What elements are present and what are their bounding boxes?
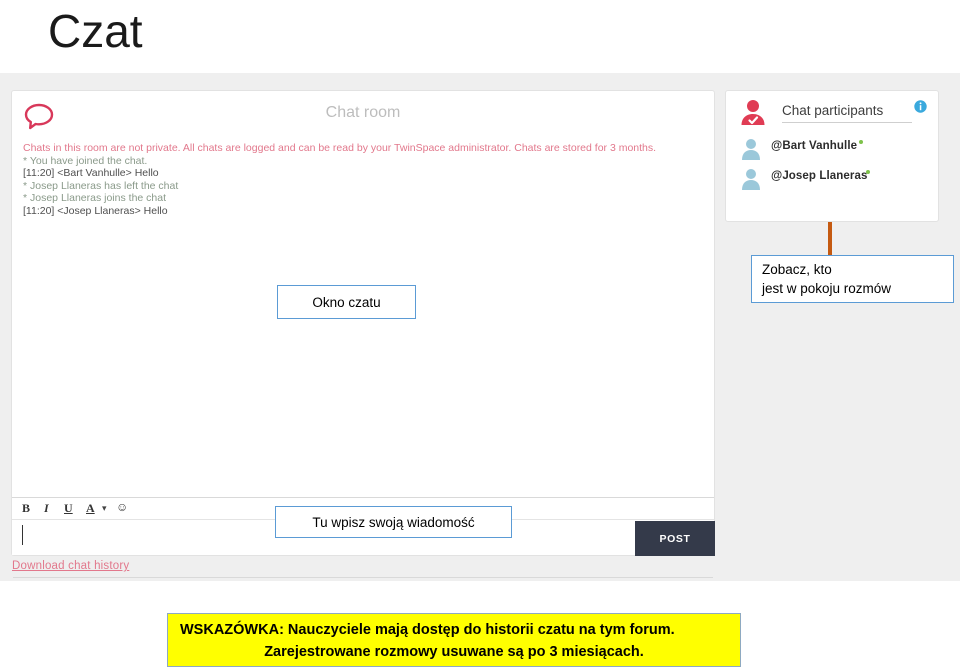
chat-log-line: * You have joined the chat. <box>23 154 148 167</box>
tip-box: WSKAZÓWKA: Nauczyciele mają dostęp do hi… <box>167 613 741 667</box>
chat-room-title: Chat room <box>325 104 401 121</box>
emoji-icon[interactable]: ☺ <box>116 500 128 515</box>
chat-log-line: * Josep Llaneras has left the chat <box>23 179 179 192</box>
callout-connector-line <box>828 222 832 255</box>
post-button[interactable]: POST <box>635 521 715 556</box>
online-status-dot <box>866 170 870 174</box>
tip-line-2: Zarejestrowane rozmowy usuwane są po 3 m… <box>264 644 644 660</box>
download-chat-history-link[interactable]: Download chat history <box>12 560 129 572</box>
chat-log-line: [11:20] <Bart Vanhulle> Hello <box>23 167 159 180</box>
chat-log-line: Chats in this room are not private. All … <box>23 142 657 154</box>
participant-name: @Josep Llaneras <box>771 170 868 182</box>
chat-log-line: * Josep Llaneras joins the chat <box>23 192 167 205</box>
participant-name: @Bart Vanhulle <box>771 140 858 152</box>
user-avatar-icon <box>740 137 762 161</box>
page-title: Czat <box>48 5 143 57</box>
divider <box>13 577 713 578</box>
chevron-down-icon[interactable]: ▾ <box>102 503 107 514</box>
text-color-button[interactable]: A <box>86 501 95 516</box>
chat-window: Chat room Chats in this room are not pri… <box>11 90 715 578</box>
callout-participants-line2: jest w pokoju rozmów <box>762 281 892 296</box>
callout-participants: Zobacz, kto jest w pokoju rozmów <box>751 255 954 303</box>
participant-row[interactable]: @Bart Vanhulle <box>726 135 938 165</box>
chat-window-header: Chat room <box>12 91 714 143</box>
underline-button[interactable]: U <box>64 501 73 516</box>
callout-chat-window: Okno czatu <box>277 285 416 319</box>
callout-participants-line1: Zobacz, kto <box>762 262 832 277</box>
slide-canvas: Czat Chat room Chats in this room are no… <box>0 0 960 668</box>
info-icon[interactable] <box>914 100 927 113</box>
bold-button[interactable]: B <box>22 501 30 516</box>
user-avatar-icon <box>740 167 762 191</box>
italic-button[interactable]: I <box>44 501 49 516</box>
screenshot-region: Chat room Chats in this room are not pri… <box>0 73 960 581</box>
participant-row[interactable]: @Josep Llaneras <box>726 165 938 195</box>
chat-participants-panel: Chat participants @Bart Vanhulle @Josep … <box>725 90 939 222</box>
participants-header: Chat participants <box>726 91 938 135</box>
user-check-avatar-icon <box>738 98 768 128</box>
tip-line-1: WSKAZÓWKA: Nauczyciele mają dostęp do hi… <box>180 622 675 638</box>
callout-message-input: Tu wpisz swoją wiadomość <box>275 506 512 538</box>
participants-title: Chat participants <box>782 103 912 123</box>
online-status-dot <box>859 140 863 144</box>
chat-log: Chats in this room are not private. All … <box>23 142 706 218</box>
